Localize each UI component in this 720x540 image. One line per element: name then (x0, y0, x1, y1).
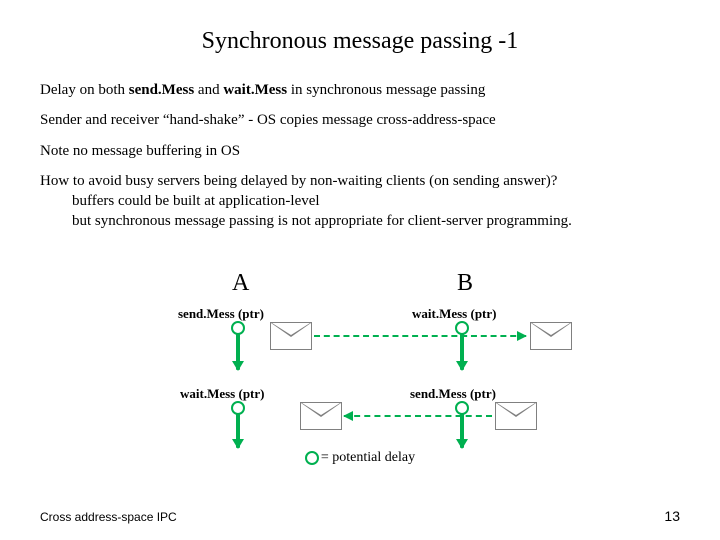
label-wait-b: wait.Mess (ptr) (412, 306, 496, 322)
delay-dot-b1 (455, 321, 469, 335)
label-wait-a: wait.Mess (ptr) (180, 386, 264, 402)
delay-dot-a1 (231, 321, 245, 335)
legend-eq: = (321, 450, 329, 465)
diagram: A B send.Mess (ptr) wait.Mess (ptr) wait… (0, 270, 720, 480)
column-a-label: A (232, 270, 249, 297)
delay-dot-b2 (455, 401, 469, 415)
legend-dot-icon (305, 451, 319, 465)
paragraph-3: Note no message buffering in OS (40, 141, 680, 161)
p1-d: wait.Mess (223, 82, 287, 98)
label-send-a: send.Mess (ptr) (178, 306, 264, 322)
p1-a: Delay on both (40, 82, 129, 98)
p4-line3: but synchronous message passing is not a… (40, 213, 572, 229)
envelope-b2-icon (495, 402, 537, 430)
body-text: Delay on both send.Mess and wait.Mess in… (40, 80, 680, 242)
column-b-label: B (457, 270, 473, 297)
p1-b: send.Mess (129, 82, 194, 98)
page-number: 13 (664, 508, 680, 524)
label-send-b: send.Mess (ptr) (410, 386, 496, 402)
paragraph-2: Sender and receiver “hand-shake” - OS co… (40, 110, 680, 130)
message-a-to-b-arrow (314, 335, 526, 337)
p1-c: and (194, 82, 223, 98)
message-b-to-a-arrow (344, 415, 492, 417)
paragraph-4: How to avoid busy servers being delayed … (40, 171, 680, 232)
page-title: Synchronous message passing -1 (0, 28, 720, 55)
legend: = potential delay (0, 450, 720, 466)
envelope-b1-icon (530, 322, 572, 350)
p4-line2: buffers could be built at application-le… (40, 193, 320, 209)
delay-dot-a2 (231, 401, 245, 415)
legend-text: potential delay (329, 450, 415, 465)
envelope-a2-icon (300, 402, 342, 430)
paragraph-1: Delay on both send.Mess and wait.Mess in… (40, 80, 680, 100)
p1-e: in synchronous message passing (287, 82, 485, 98)
envelope-a1-icon (270, 322, 312, 350)
p4-line1: How to avoid busy servers being delayed … (40, 173, 557, 189)
footer-left: Cross address-space IPC (40, 510, 177, 524)
